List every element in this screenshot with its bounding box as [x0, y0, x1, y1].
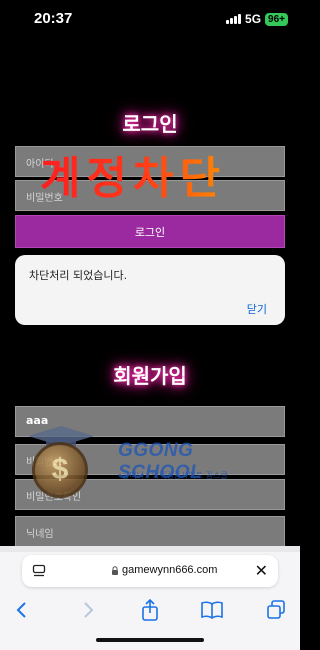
- status-bar: 20:37 5G 96+: [0, 0, 300, 38]
- close-icon[interactable]: ✕: [255, 561, 268, 580]
- status-icons: 5G 96+: [226, 12, 288, 26]
- alert-dialog: 차단처리 되었습니다. 닫기: [15, 255, 285, 325]
- alert-message: 차단처리 되었습니다.: [29, 269, 128, 282]
- address-bar[interactable]: gamewynn666.com ✕: [22, 555, 278, 587]
- network-type: 5G: [245, 12, 262, 26]
- alert-close-button[interactable]: 닫기: [247, 301, 267, 317]
- battery-icon: 96+: [265, 12, 288, 26]
- share-icon[interactable]: [138, 598, 162, 622]
- signup-title: 회원가입: [113, 364, 187, 388]
- url-text: gamewynn666.com: [122, 564, 218, 576]
- account-blocked-stamp: 계정차단: [40, 142, 226, 206]
- status-time: 20:37: [34, 10, 73, 27]
- dollar-coin-icon: $: [32, 442, 88, 498]
- bookmarks-icon[interactable]: [200, 598, 224, 622]
- signal-icon: [226, 14, 242, 24]
- lock-icon: [112, 566, 118, 575]
- web-page: 로그인 아이디 비밀번호 로그인 계정차단 차단처리 되었습니다. 닫기 회원가…: [0, 38, 300, 546]
- login-button[interactable]: 로그인: [15, 215, 285, 248]
- login-title: 로그인: [122, 112, 178, 136]
- watermark: $ GGONG SCHOOL 꽁머니 · 먹튀검증사이트 꽁스쿨: [26, 424, 276, 510]
- signup-nickname-field[interactable]: 닉네임: [15, 516, 285, 546]
- toolbar-divider: [0, 546, 300, 552]
- home-indicator: [96, 638, 204, 642]
- signup-nickname-placeholder: 닉네임: [26, 529, 54, 540]
- forward-icon[interactable]: [76, 598, 100, 622]
- navigation-row: [0, 594, 300, 624]
- page-menu-icon[interactable]: [32, 564, 46, 578]
- watermark-subtitle: 꽁머니 · 먹튀검증사이트 꽁스쿨: [122, 471, 228, 480]
- back-icon[interactable]: [10, 598, 34, 622]
- tabs-icon[interactable]: [264, 598, 288, 622]
- browser-toolbar: gamewynn666.com ✕: [0, 546, 300, 650]
